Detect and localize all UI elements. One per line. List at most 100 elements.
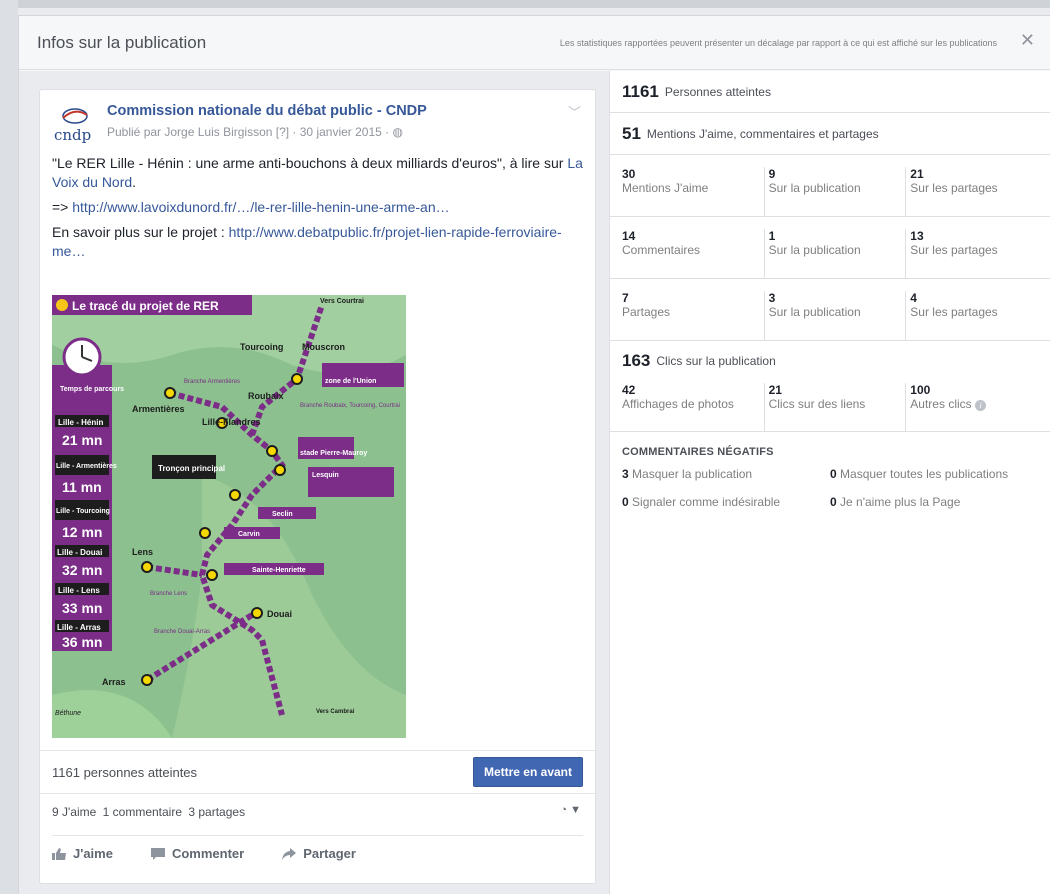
thumbs-up-icon <box>52 847 66 860</box>
likes-count[interactable]: 9 J'aime <box>52 805 96 819</box>
post-reach-bar: 1161 personnes atteintes Mettre en avant <box>40 750 595 794</box>
likes-total-cell: 30 Mentions J'aime <box>622 167 764 216</box>
comments-shares-label: Sur les partages <box>910 243 998 257</box>
link-clicks-label: Clics sur des liens <box>768 397 866 411</box>
p1-text: "Le RER Lille - Hénin : une arme anti-bo… <box>52 155 568 171</box>
rer-map: Le tracé du projet de RER Temps de parco… <box>52 295 406 738</box>
city-lille: Lille-Flandres <box>202 417 261 427</box>
comments-row: 14 Commentaires 1 Sur la publication 13 Sur… <box>610 217 1050 279</box>
neg-spam-label: Signaler comme indésirable <box>632 495 781 509</box>
station-seclin: Seclin <box>272 511 293 518</box>
engagement-summary: 51 Mentions J'aime, commentaires et part… <box>610 113 1050 155</box>
post-actions: J'aime Commenter Partager <box>52 835 583 861</box>
clicks-section: 163 Clics sur la publication 42 Affichage… <box>610 341 1050 432</box>
comments-count[interactable]: 1 commentaire <box>103 805 182 819</box>
photo-views: 42 <box>622 383 636 397</box>
reach-label: Personnes atteintes <box>664 84 771 99</box>
p3-prefix: En savoir plus sur le projet : <box>52 224 229 240</box>
time-value-2: 11 mn <box>62 479 102 495</box>
neg-unlike-label: Je n'aime plus la Page <box>840 495 961 509</box>
like-action[interactable]: J'aime <box>52 846 113 861</box>
comments-total-cell: 14 Commentaires <box>622 229 764 278</box>
comment-action[interactable]: Commenter <box>150 846 244 861</box>
negative-feedback-section: COMMENTAIRES NÉGATIFS 3 Masquer la publi… <box>610 432 1050 510</box>
shares-shares-cell: 4 Sur les partages <box>905 291 1047 340</box>
comments-post-cell: 1 Sur la publication <box>763 229 906 278</box>
page-selector[interactable]: ◔ ▼ <box>560 804 581 816</box>
post-insights-modal: Infos sur la publication Les statistique… <box>18 15 1050 894</box>
info-icon[interactable]: i <box>975 400 986 411</box>
chevron-down-icon[interactable]: ﹀ <box>568 102 581 121</box>
caret-down-icon: ▼ <box>570 804 581 816</box>
station-lesquin: Lesquin <box>312 472 339 479</box>
shares-post: 3 <box>768 291 776 305</box>
time-route-5: Lille - Lens <box>58 586 100 595</box>
map-title: Le tracé du projet de RER <box>72 299 219 313</box>
comments-shares-cell: 13 Sur les partages <box>905 229 1047 278</box>
branch-lens: Branche Lens <box>150 591 187 597</box>
reach-summary: 1161 Personnes atteintes <box>610 71 1050 113</box>
modal-disclaimer: Les statistiques rapportées peuvent prés… <box>559 38 997 48</box>
comments-total: 14 <box>622 229 636 243</box>
neg-hide-all: 0 Masquer toutes les publications <box>830 466 1030 482</box>
likes-total: 30 <box>622 167 636 181</box>
other-clicks-line: Autres clics i <box>910 397 1047 411</box>
station-union: zone de l'Union <box>325 378 376 385</box>
comment-icon <box>150 847 165 860</box>
article-link[interactable]: http://www.lavoixdunord.fr/…/le-rer-lill… <box>72 199 449 215</box>
city-roubaix: Roubaix <box>248 391 284 401</box>
post-paragraph-3: En savoir plus sur le projet : http://ww… <box>52 223 583 261</box>
station-henriette: Sainte-Henriette <box>252 567 306 574</box>
share-label: Partager <box>303 846 356 861</box>
shares-total-cell: 7 Partages <box>622 291 764 340</box>
time-value-1: 21 mn <box>62 432 102 448</box>
shares-count[interactable]: 3 partages <box>188 805 245 819</box>
page-name-link[interactable]: Commission nationale du débat public - C… <box>107 103 427 119</box>
time-route-4: Lille - Douai <box>57 548 102 557</box>
troncon-label: Tronçon principal <box>158 464 225 473</box>
post-reach-text: 1161 personnes atteintes <box>52 764 198 780</box>
neg-unlike-count: 0 <box>830 495 837 509</box>
likes-shares-cell: 21 Sur les partages <box>905 167 1047 216</box>
likes-shares: 21 <box>910 167 924 181</box>
close-icon[interactable]: ✕ <box>1020 30 1035 51</box>
city-douai: Douai <box>267 609 292 619</box>
like-label: J'aime <box>73 846 113 861</box>
post-meta: Publié par Jorge Luis Birgisson [?] · 30… <box>107 125 403 139</box>
logo-text: cndp <box>54 126 91 144</box>
city-cambrai: Vers Cambrai <box>316 709 355 715</box>
clicks-number: 163 <box>622 351 651 370</box>
neg-hide-all-count: 0 <box>830 467 837 481</box>
page-avatar-icon: ◔ <box>560 804 568 816</box>
globe-icon: ◍ <box>392 125 403 139</box>
likes-total-label: Mentions J'aime <box>622 181 709 195</box>
page-logo[interactable]: cndp <box>52 105 98 145</box>
negative-feedback-grid: 3 Masquer la publication 0 Masquer toute… <box>610 466 1050 510</box>
time-route-3: Lille - Tourcoing <box>56 508 110 515</box>
clicks-summary: 163 Clics sur la publication <box>610 341 1050 381</box>
comments-post-label: Sur la publication <box>768 243 861 257</box>
reach-number: 1161 <box>622 81 659 101</box>
p1-end: . <box>132 174 137 190</box>
share-action[interactable]: Partager <box>282 846 356 861</box>
photo-views-label: Affichages de photos <box>622 397 734 411</box>
neg-hide-post-label: Masquer la publication <box>632 467 753 481</box>
shares-shares-label: Sur les partages <box>910 305 998 319</box>
negative-feedback-title: COMMENTAIRES NÉGATIFS <box>622 446 774 458</box>
shares-post-cell: 3 Sur la publication <box>763 291 906 340</box>
post-image[interactable]: Le tracé du projet de RER Temps de parco… <box>52 295 406 738</box>
comments-shares: 13 <box>910 229 924 243</box>
likes-post-cell: 9 Sur la publication <box>763 167 906 216</box>
post-header: cndp Commission nationale du débat publi… <box>40 90 595 154</box>
clicks-label: Clics sur la publication <box>656 354 776 368</box>
boost-post-button[interactable]: Mettre en avant <box>472 757 583 787</box>
city-mouscron: Mouscron <box>302 342 345 352</box>
comments-post: 1 <box>768 229 776 243</box>
branch-roubaix: Branche Roubaix, Tourcoing, Courtrai <box>300 403 400 409</box>
time-route-1: Lille - Hénin <box>58 418 103 427</box>
branch-armentieres: Branche Armentières <box>184 379 240 385</box>
city-courtrai: Vers Courtrai <box>320 298 364 305</box>
neg-spam: 0 Signaler comme indésirable <box>622 494 830 510</box>
other-clicks-cell: 100 Autres clics i <box>905 383 1047 431</box>
city-armentieres: Armentières <box>132 404 185 414</box>
